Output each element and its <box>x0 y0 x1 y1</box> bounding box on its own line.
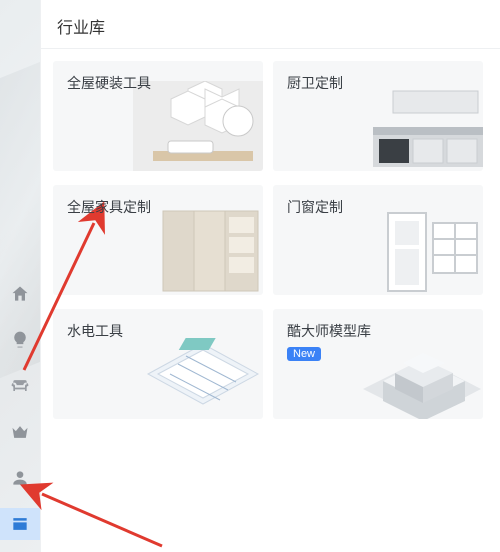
thumb-building <box>353 329 483 419</box>
panel-title: 行业库 <box>41 0 500 49</box>
card-label: 厨卫定制 <box>287 73 469 93</box>
card-label: 全屋家具定制 <box>67 197 249 217</box>
card-kitchen-bath[interactable]: 厨卫定制 <box>273 61 483 171</box>
user-icon <box>10 468 30 488</box>
rail-item-crown[interactable] <box>0 416 40 448</box>
card-label: 门窗定制 <box>287 197 469 217</box>
new-badge: New <box>287 347 321 361</box>
card-plumbing-electric[interactable]: 水电工具 <box>53 309 263 419</box>
card-label: 水电工具 <box>67 321 249 341</box>
home-icon <box>10 284 30 304</box>
library-panel: 行业库 全屋硬装工具 厨卫定制 <box>40 0 500 552</box>
rail-item-bulb[interactable] <box>0 324 40 356</box>
card-hard-finish-tools[interactable]: 全屋硬装工具 <box>53 61 263 171</box>
thumb-wardrobe <box>133 205 263 295</box>
card-door-window[interactable]: 门窗定制 <box>273 185 483 295</box>
thumb-floorplan <box>133 329 263 419</box>
sofa-icon <box>10 376 30 396</box>
thumb-bathroom <box>133 81 263 171</box>
card-label: 全屋硬装工具 <box>67 73 249 93</box>
left-icon-rail <box>0 0 40 552</box>
rail-item-home[interactable] <box>0 278 40 310</box>
card-furniture-custom[interactable]: 全屋家具定制 <box>53 185 263 295</box>
card-kudashi-models[interactable]: 酷大师模型库 New <box>273 309 483 419</box>
thumb-kitchen <box>353 81 483 171</box>
bulb-icon <box>10 330 30 350</box>
library-icon <box>10 514 30 534</box>
rail-item-library[interactable] <box>0 508 40 540</box>
crown-icon <box>10 422 30 442</box>
thumb-door-window <box>353 205 483 295</box>
rail-item-user[interactable] <box>0 462 40 494</box>
card-label: 酷大师模型库 <box>287 321 469 341</box>
rail-item-sofa[interactable] <box>0 370 40 402</box>
category-grid: 全屋硬装工具 厨卫定制 <box>41 49 500 419</box>
